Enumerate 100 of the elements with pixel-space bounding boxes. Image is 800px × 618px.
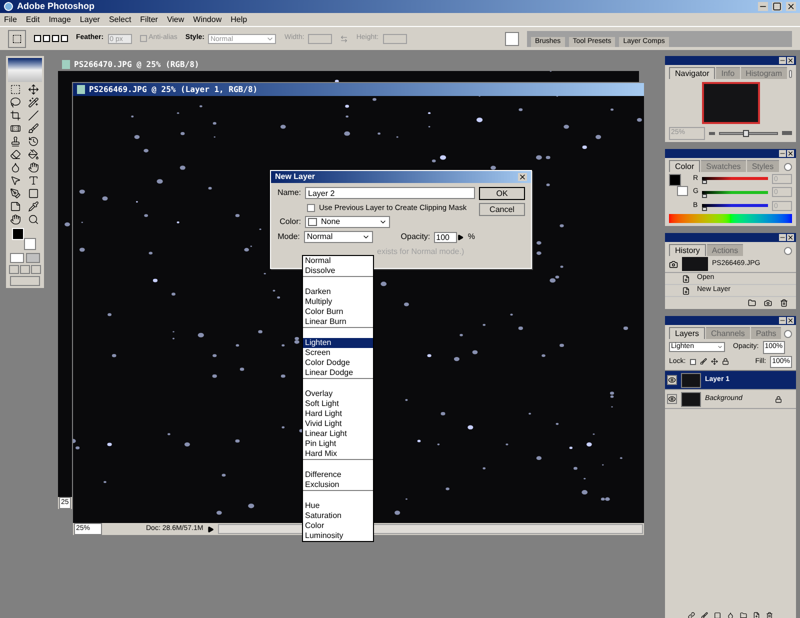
blend-mode-option[interactable]: Difference [303, 470, 373, 480]
palette-tab[interactable]: Layers [669, 327, 706, 339]
new-snapshot-icon[interactable] [764, 299, 772, 307]
bandage-tool-icon[interactable] [8, 123, 23, 134]
menu-item[interactable]: Filter [140, 14, 158, 25]
blend-mode-option[interactable]: Overlay [303, 389, 373, 399]
menu-item[interactable]: Layer [80, 14, 100, 25]
clipping-mask-checkbox[interactable] [307, 204, 315, 212]
maximize-icon[interactable] [772, 2, 782, 11]
color-select[interactable]: None [305, 216, 390, 228]
channel-slider-thumb[interactable] [702, 207, 707, 212]
foreground-color-swatch[interactable] [669, 174, 681, 186]
menu-item[interactable]: Help [230, 14, 248, 25]
blend-mode-option[interactable]: Pin Light [303, 439, 373, 449]
palette-tab[interactable]: Navigator [669, 67, 716, 79]
blend-mode-option[interactable]: Luminosity [303, 531, 373, 541]
eyedropper-tool-icon[interactable] [26, 201, 41, 212]
channel-slider-thumb[interactable] [702, 180, 707, 184]
blend-mode-option[interactable]: Normal [303, 256, 373, 266]
status-menu-icon[interactable] [207, 526, 214, 532]
menu-item[interactable]: Image [48, 14, 71, 25]
blend-mode-option[interactable]: Linear Dodge [303, 368, 373, 378]
visibility-icon[interactable] [668, 395, 676, 403]
lock-all-icon[interactable] [722, 358, 729, 366]
blend-mode-option[interactable]: Hard Mix [303, 449, 373, 459]
brush-tool-icon[interactable] [26, 123, 41, 134]
close-icon[interactable] [786, 2, 796, 11]
trash-icon[interactable] [780, 299, 788, 307]
height-field[interactable] [382, 34, 407, 44]
notes-tool-icon[interactable] [8, 201, 23, 212]
paint-bucket-tool-icon[interactable] [26, 149, 41, 160]
marquee-tool-icon[interactable] [8, 84, 23, 95]
name-input[interactable]: Layer 2 [305, 187, 475, 199]
background-color-swatch[interactable] [677, 186, 688, 196]
opacity-input[interactable]: 100 [434, 232, 458, 243]
blend-mode-option[interactable]: Color [303, 521, 373, 531]
color-spectrum-bar[interactable] [669, 214, 792, 223]
blend-mode-option[interactable]: Screen [303, 348, 373, 358]
dialog-button[interactable]: OK [479, 187, 525, 200]
blend-mode-option[interactable]: Lighten [303, 338, 373, 348]
close-icon[interactable] [787, 57, 794, 64]
visibility-icon[interactable] [668, 376, 676, 384]
minimize-icon[interactable] [758, 2, 768, 11]
minimize-icon[interactable] [779, 150, 786, 156]
width-field[interactable] [308, 34, 332, 44]
close-icon[interactable] [787, 317, 794, 324]
pen-tool-icon[interactable] [8, 188, 23, 199]
eraser-tool-icon[interactable] [8, 149, 23, 160]
menu-item[interactable]: Select [108, 14, 132, 25]
crop-tool-icon[interactable] [8, 110, 23, 121]
opacity-slider-icon[interactable] [457, 234, 464, 241]
zoom-tool-icon[interactable] [26, 214, 41, 225]
blend-mode-option[interactable]: Hard Light [303, 409, 373, 419]
layer-action-icon[interactable] [766, 612, 773, 618]
lock-transparency-icon[interactable] [690, 358, 696, 365]
zoom-slider-track[interactable] [719, 132, 778, 135]
close-icon[interactable] [787, 150, 794, 156]
zoom-in-icon[interactable] [782, 131, 792, 136]
close-icon[interactable] [787, 234, 794, 241]
blend-mode-option[interactable]: Hue [303, 501, 373, 511]
layer-action-icon[interactable] [740, 612, 747, 618]
new-document-icon[interactable] [748, 299, 756, 307]
blend-mode-option[interactable]: Saturation [303, 511, 373, 521]
blend-mode-option[interactable]: Linear Burn [303, 317, 373, 327]
zoom-slider-thumb[interactable] [742, 130, 749, 137]
move-tool-icon[interactable] [26, 84, 41, 95]
palette-tab[interactable]: Color [669, 160, 700, 172]
shape-tool-icon[interactable] [26, 188, 41, 199]
layer-action-icon[interactable] [688, 612, 695, 618]
menu-item[interactable]: File [4, 14, 17, 25]
dialog-button[interactable]: Cancel [479, 203, 525, 216]
mode-select[interactable]: Normal [304, 231, 373, 244]
palette-tab[interactable]: History [669, 244, 706, 256]
blend-mode-option[interactable]: Linear Light [303, 429, 373, 439]
blend-mode-option[interactable]: Darken [303, 287, 373, 297]
blend-mode-option[interactable]: Exclusion [303, 480, 373, 490]
standard-mode-icon[interactable] [10, 253, 24, 263]
blend-mode-option[interactable]: Dissolve [303, 266, 373, 276]
tool-preset-picker-icon[interactable] [8, 30, 26, 48]
menu-item[interactable]: Window [193, 14, 222, 25]
lock-position-icon[interactable] [710, 358, 718, 366]
lock-pixels-icon[interactable] [700, 358, 707, 366]
document-title-bar[interactable]: PS266470.JPG @ 25% (RGB/8) [58, 58, 639, 71]
hand-tool-icon[interactable] [8, 214, 23, 225]
background-color-swatch[interactable] [24, 238, 36, 250]
jump-to-icon[interactable] [10, 276, 40, 286]
magic-wand-tool-icon[interactable] [26, 97, 41, 108]
blend-mode-option[interactable]: Color Dodge [303, 358, 373, 368]
zoom-out-icon[interactable] [709, 132, 715, 135]
document-title-bar[interactable]: PS266469.JPG @ 25% (Layer 1, RGB/8) [73, 83, 644, 96]
history-brush-tool-icon[interactable] [26, 136, 41, 147]
close-icon[interactable] [518, 173, 527, 181]
lasso-tool-icon[interactable] [8, 97, 23, 108]
channel-slider-thumb[interactable] [702, 194, 707, 198]
blend-mode-option[interactable]: Vivid Light [303, 419, 373, 429]
layer-action-icon[interactable] [701, 612, 708, 618]
slice-tool-icon[interactable] [26, 110, 41, 121]
blend-mode-option[interactable]: Multiply [303, 297, 373, 307]
blend-mode-option[interactable]: Color Burn [303, 307, 373, 317]
menu-item[interactable]: View [166, 14, 184, 25]
